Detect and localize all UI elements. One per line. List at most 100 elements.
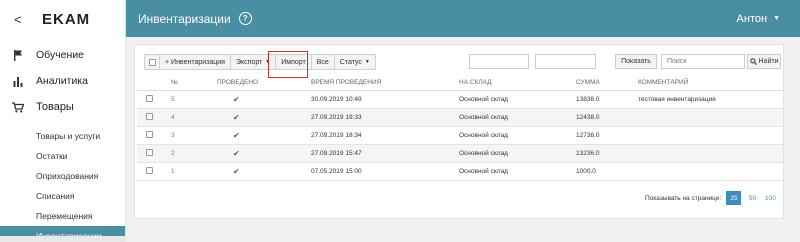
row-checkbox[interactable] bbox=[137, 162, 161, 181]
checkbox-icon bbox=[146, 112, 153, 120]
subnav-item-stock[interactable]: Остатки bbox=[0, 146, 125, 166]
table-row[interactable]: 5 ✔ 30.09.2019 10:49 Основной склад 1383… bbox=[137, 90, 783, 109]
done-check-icon: ✔ bbox=[203, 90, 311, 109]
sidebar-scrollbar[interactable] bbox=[0, 236, 126, 242]
row-number-link[interactable]: 1 bbox=[161, 162, 203, 181]
row-sum: 12438.0 bbox=[576, 108, 638, 127]
done-check-icon: ✔ bbox=[203, 126, 311, 145]
nav-item-analytics[interactable]: Аналитика bbox=[0, 68, 125, 94]
subnav: Товары и услуги Остатки Оприходования Сп… bbox=[0, 126, 125, 242]
pagination: Показывать на странице: 25 50 100 bbox=[645, 191, 777, 205]
export-label: Экспорт bbox=[235, 58, 263, 66]
header-comment[interactable]: КОММЕНТАРИЙ bbox=[638, 76, 783, 91]
row-sum: 12738.0 bbox=[576, 126, 638, 145]
find-button[interactable]: Найти bbox=[747, 54, 781, 69]
header-time[interactable]: ВРЕМЯ ПРОВЕДЕНИЯ bbox=[311, 76, 459, 91]
nav-item-label: Аналитика bbox=[36, 75, 88, 87]
filter-all-button[interactable]: Все bbox=[310, 54, 335, 70]
nav-item-label: Обучение bbox=[36, 49, 85, 61]
row-time: 27.09.2019 15:47 bbox=[311, 144, 459, 163]
done-check-icon: ✔ bbox=[203, 162, 311, 181]
date-to-input[interactable] bbox=[535, 54, 596, 69]
top-header: Инвентаризации ? Антон ▼ bbox=[126, 0, 800, 37]
add-inventory-button[interactable]: + Инвентаризация bbox=[159, 54, 231, 70]
nav-item-goods[interactable]: Товары bbox=[0, 94, 125, 120]
row-warehouse: Основной склад bbox=[459, 144, 576, 163]
header-sum[interactable]: СУММА bbox=[576, 76, 638, 91]
subnav-item-receipts[interactable]: Оприходования bbox=[0, 166, 125, 186]
row-checkbox[interactable] bbox=[137, 108, 161, 127]
checkbox-icon bbox=[146, 130, 153, 138]
table-row[interactable]: 1 ✔ 07.05.2019 15:00 Основной склад 1000… bbox=[137, 162, 783, 181]
sidebar: < EKAM Обучение Аналитика Товары Товары … bbox=[0, 0, 126, 242]
row-comment: тестовая инвентаризация bbox=[638, 90, 783, 109]
brand: < EKAM bbox=[0, 0, 125, 38]
row-checkbox[interactable] bbox=[137, 90, 161, 109]
date-from-input[interactable] bbox=[469, 54, 529, 69]
table-row[interactable]: 2 ✔ 27.09.2019 15:47 Основной склад 1323… bbox=[137, 144, 783, 163]
find-label: Найти bbox=[758, 58, 779, 65]
user-name: Антон bbox=[736, 12, 768, 25]
import-button[interactable]: Импорт bbox=[275, 54, 312, 70]
header-warehouse[interactable]: НА СКЛАД bbox=[459, 76, 576, 91]
search-input[interactable] bbox=[661, 54, 745, 69]
row-comment bbox=[638, 126, 783, 145]
inventory-panel: + Инвентаризация Экспорт ▼ Импорт Все Ст… bbox=[134, 44, 784, 219]
page-size-25[interactable]: 25 bbox=[726, 191, 742, 205]
row-number-link[interactable]: 3 bbox=[161, 126, 203, 145]
toolbar: + Инвентаризация Экспорт ▼ Импорт Все Ст… bbox=[144, 54, 376, 70]
row-number-link[interactable]: 5 bbox=[161, 90, 203, 109]
caret-down-icon: ▼ bbox=[364, 59, 370, 65]
nav-item-label: Товары bbox=[36, 101, 74, 113]
status-label: Статус bbox=[339, 58, 362, 66]
header-done[interactable]: ПРОВЕДЕНО bbox=[203, 76, 311, 91]
nav-item-education[interactable]: Обучение bbox=[0, 42, 125, 68]
checkbox-icon bbox=[146, 94, 153, 102]
status-dropdown[interactable]: Статус ▼ bbox=[333, 54, 376, 70]
page-size-50[interactable]: 50 bbox=[745, 191, 759, 205]
caret-down-icon: ▼ bbox=[265, 59, 271, 65]
row-number-link[interactable]: 2 bbox=[161, 144, 203, 163]
row-warehouse: Основной склад bbox=[459, 90, 576, 109]
help-icon[interactable]: ? bbox=[238, 12, 252, 25]
checkbox-icon bbox=[148, 58, 156, 66]
table-row[interactable]: 4 ✔ 27.09.2019 19:33 Основной склад 1243… bbox=[137, 108, 783, 127]
row-time: 27.09.2019 18:34 bbox=[311, 126, 459, 145]
page-title: Инвентаризации bbox=[138, 11, 231, 26]
row-sum: 13838.0 bbox=[576, 90, 638, 109]
cart-icon bbox=[10, 101, 26, 113]
row-sum: 1000.0 bbox=[576, 162, 638, 181]
inventory-table: № ПРОВЕДЕНО ВРЕМЯ ПРОВЕДЕНИЯ НА СКЛАД СУ… bbox=[137, 76, 783, 181]
subnav-item-products[interactable]: Товары и услуги bbox=[0, 126, 125, 146]
page-size-100[interactable]: 100 bbox=[763, 191, 777, 205]
row-comment bbox=[638, 144, 783, 163]
subnav-item-transfers[interactable]: Перемещения bbox=[0, 206, 125, 226]
page-size-label: Показывать на странице: bbox=[645, 194, 722, 202]
checkbox-icon bbox=[146, 166, 153, 174]
row-sum: 13236.0 bbox=[576, 144, 638, 163]
search-icon bbox=[749, 58, 757, 65]
export-dropdown[interactable]: Экспорт ▼ bbox=[229, 54, 277, 70]
row-time: 30.09.2019 10:49 bbox=[311, 90, 459, 109]
header-number[interactable]: № bbox=[161, 76, 203, 91]
chevron-down-icon: ▼ bbox=[773, 15, 780, 22]
checkbox-icon bbox=[146, 148, 153, 156]
row-time: 27.09.2019 19:33 bbox=[311, 108, 459, 127]
select-all-checkbox[interactable] bbox=[144, 54, 160, 70]
row-warehouse: Основной склад bbox=[459, 126, 576, 145]
subnav-item-writeoffs[interactable]: Списания bbox=[0, 186, 125, 206]
row-number-link[interactable]: 4 bbox=[161, 108, 203, 127]
table-header-row: № ПРОВЕДЕНО ВРЕМЯ ПРОВЕДЕНИЯ НА СКЛАД СУ… bbox=[137, 76, 783, 91]
user-menu[interactable]: Антон ▼ bbox=[737, 13, 780, 25]
row-warehouse: Основной склад bbox=[459, 162, 576, 181]
show-button[interactable]: Показать bbox=[615, 54, 657, 69]
table-row[interactable]: 3 ✔ 27.09.2019 18:34 Основной склад 1273… bbox=[137, 126, 783, 145]
row-comment bbox=[638, 162, 783, 181]
back-arrow-icon[interactable]: < bbox=[14, 12, 32, 27]
logo[interactable]: EKAM bbox=[42, 11, 90, 28]
header-checkbox-col bbox=[137, 76, 161, 91]
row-checkbox[interactable] bbox=[137, 144, 161, 163]
done-check-icon: ✔ bbox=[203, 108, 311, 127]
row-comment bbox=[638, 108, 783, 127]
row-checkbox[interactable] bbox=[137, 126, 161, 145]
